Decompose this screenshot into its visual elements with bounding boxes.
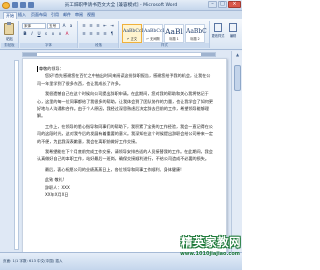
clipboard-group-label: 剪贴板 — [1, 43, 18, 48]
font-name-select[interactable]: 宋体 — [22, 23, 46, 29]
paragraph-3: 工作上，在领导的悉心指导和同事们的帮助下，我积累了宝贵的工作经验，我会一直记得在… — [37, 123, 214, 144]
align-left-icon[interactable]: ≡ — [81, 31, 87, 37]
edit-label: 编辑 — [229, 34, 237, 38]
decrease-indent-icon[interactable]: ⇤ — [102, 23, 108, 29]
style-normal[interactable]: AaBbCcDc ↵ 正文 — [122, 24, 148, 43]
right-margin-marker — [201, 53, 215, 56]
font-group: 宋体 五号 A a B I U s x x A 字体 — [20, 21, 78, 48]
document-body[interactable]: 尊敬的领导： 您好!首先感谢您在百忙之中抽出时间来阅读这份辞职报告，感谢您给予我… — [37, 65, 214, 199]
maximize-button[interactable]: □ — [218, 1, 227, 8]
change-styles-button[interactable]: 更改样式 — [211, 22, 225, 41]
shrink-font-icon[interactable]: a — [68, 23, 74, 29]
style-no-spacing-name: ↵ 无间隔 — [146, 37, 160, 41]
font-selectors: 宋体 五号 A a — [22, 23, 74, 29]
paragraph-2: 我很遗憾自己在这个时候向公司提出辞职申请。在此期间，您对我的帮助和关心我将铭记于… — [37, 91, 214, 119]
status-text: 页面: 1/1 字数: 613 中文(中国) 插入 — [3, 259, 63, 263]
tab-references[interactable]: 引用 — [51, 12, 59, 18]
paragraph-group: ≡ ≡ ≡ ⇤ ⇥ ≡ ≡ ≡ ≡ ¶ 段落 — [79, 21, 119, 48]
multilevel-list-icon[interactable]: ≡ — [95, 23, 101, 29]
window-title: 员工辞职申请书范文大全 [兼容模式] - Microsoft Word — [64, 3, 178, 8]
paste-button-label[interactable]: 粘贴 — [1, 36, 18, 41]
signature: 辞职人：XXX — [45, 184, 70, 190]
closing: 此致 敬礼! — [45, 177, 65, 183]
grow-font-icon[interactable]: A — [61, 23, 67, 29]
font-size-select[interactable]: 五号 — [47, 23, 60, 29]
subscript-icon[interactable]: x — [50, 31, 56, 37]
style-heading-2-sample: AaBbC — [186, 28, 207, 35]
change-styles-icon — [214, 23, 222, 32]
paragraph-1: 您好!首先感谢您在百忙之中抽出时间来阅读这份辞职报告，感谢您给予我的机会，让我在… — [37, 73, 211, 86]
window-controls: – □ × — [208, 1, 241, 8]
tab-insert[interactable]: 插入 — [18, 12, 26, 18]
title-bar: 员工辞职申请书范文大全 [兼容模式] - Microsoft Word – □ … — [0, 0, 242, 11]
tab-home[interactable]: 开始 — [3, 12, 17, 19]
watermark-url: www.1010jiajiao.com — [180, 251, 240, 257]
style-no-spacing[interactable]: AaBbCcI ↵ 无间隔 — [143, 24, 165, 43]
tab-view[interactable]: 视图 — [87, 12, 95, 18]
bullets-icon[interactable]: ≡ — [81, 23, 87, 29]
scroll-up-icon[interactable]: ▲ — [234, 52, 241, 58]
style-heading-1-name: 标题 1 — [169, 37, 179, 41]
watermark-text: 精英家教网 — [181, 235, 241, 249]
numbering-icon[interactable]: ≡ — [88, 23, 94, 29]
align-buttons: ≡ ≡ ≡ ≡ ¶ — [81, 31, 115, 37]
watermark: 精英家教网 www.1010jiajiao.com — [173, 236, 241, 269]
font-group-label: 字体 — [20, 43, 77, 48]
date: XX年X月X日 — [45, 192, 69, 198]
justify-icon[interactable]: ≡ — [102, 31, 108, 37]
increase-indent-icon[interactable]: ⇥ — [109, 23, 115, 29]
tab-review[interactable]: 审阅 — [75, 12, 83, 18]
change-styles-label: 更改样式 — [211, 34, 225, 38]
styles-group-label: 样式 — [120, 43, 209, 48]
edit-button[interactable]: 编辑 — [226, 22, 240, 41]
ribbon-tabs: 开始 插入 页面布局 引用 邮件 审阅 视图 — [0, 11, 242, 19]
scrollbar-thumb[interactable] — [234, 65, 241, 91]
styles-group: AaBbCcDc ↵ 正文 AaBbCcI ↵ 无间隔 AaBl 标题 1 Aa… — [120, 21, 210, 48]
align-center-icon[interactable]: ≡ — [88, 31, 94, 37]
horizontal-ruler[interactable] — [22, 52, 216, 57]
binoculars-icon — [229, 23, 237, 32]
style-heading-2[interactable]: AaBbC 标题 2 — [185, 24, 207, 43]
strikethrough-icon[interactable]: s — [43, 31, 49, 37]
word-window: 员工辞职申请书范文大全 [兼容模式] - Microsoft Word – □ … — [0, 0, 242, 270]
paragraph-group-label: 段落 — [79, 43, 118, 48]
superscript-icon[interactable]: x — [57, 31, 63, 37]
tab-mailings[interactable]: 邮件 — [63, 12, 71, 18]
text-cursor — [37, 66, 38, 72]
left-margin-marker — [23, 53, 37, 56]
salutation-text: 尊敬的领导： — [39, 66, 64, 71]
style-heading-2-name: 标题 2 — [190, 37, 200, 41]
close-button[interactable]: × — [228, 1, 241, 8]
style-no-spacing-sample: AaBbCcI — [144, 29, 165, 34]
bold-icon[interactable]: B — [22, 31, 28, 37]
paragraph-4: 我希望能在下个月底前完成工作交接，请领导安排合适的人员接替我的工作。在此期间，我… — [37, 149, 213, 162]
document-page[interactable]: 尊敬的领导： 您好!首先感谢您在百忙之中抽出时间来阅读这份辞职报告，感谢您给予我… — [22, 58, 227, 253]
align-right-icon[interactable]: ≡ — [95, 31, 101, 37]
show-marks-icon[interactable]: ¶ — [109, 31, 115, 37]
clipboard-group: 粘贴 剪贴板 — [1, 21, 19, 48]
list-buttons: ≡ ≡ ≡ ⇤ ⇥ — [81, 23, 115, 29]
style-normal-sample: AaBbCcDc — [123, 29, 148, 34]
font-format-buttons: B I U s x x A — [22, 31, 70, 37]
vertical-ruler[interactable] — [14, 60, 19, 250]
style-normal-name: ↵ 正文 — [126, 37, 138, 41]
paragraph-5: 最后，衷心祝愿公司的业绩蒸蒸日上，各位领导和同事工作顺利、身体健康! — [45, 166, 182, 172]
minimize-button[interactable]: – — [208, 1, 217, 8]
vertical-scrollbar[interactable]: ▲ ▼ — [231, 51, 242, 252]
italic-icon[interactable]: I — [29, 31, 35, 37]
ribbon: 粘贴 剪贴板 宋体 五号 A a B I U s x x A 字体 ≡ ≡ ≡ … — [0, 19, 242, 50]
paste-icon[interactable] — [4, 22, 14, 35]
font-color-icon[interactable]: A — [64, 31, 70, 37]
salutation: 尊敬的领导： — [37, 65, 214, 72]
style-heading-1-sample: AaBl — [165, 27, 183, 36]
underline-icon[interactable]: U — [36, 31, 42, 37]
style-heading-1[interactable]: AaBl 标题 1 — [164, 24, 184, 43]
tab-page-layout[interactable]: 页面布局 — [31, 12, 47, 18]
